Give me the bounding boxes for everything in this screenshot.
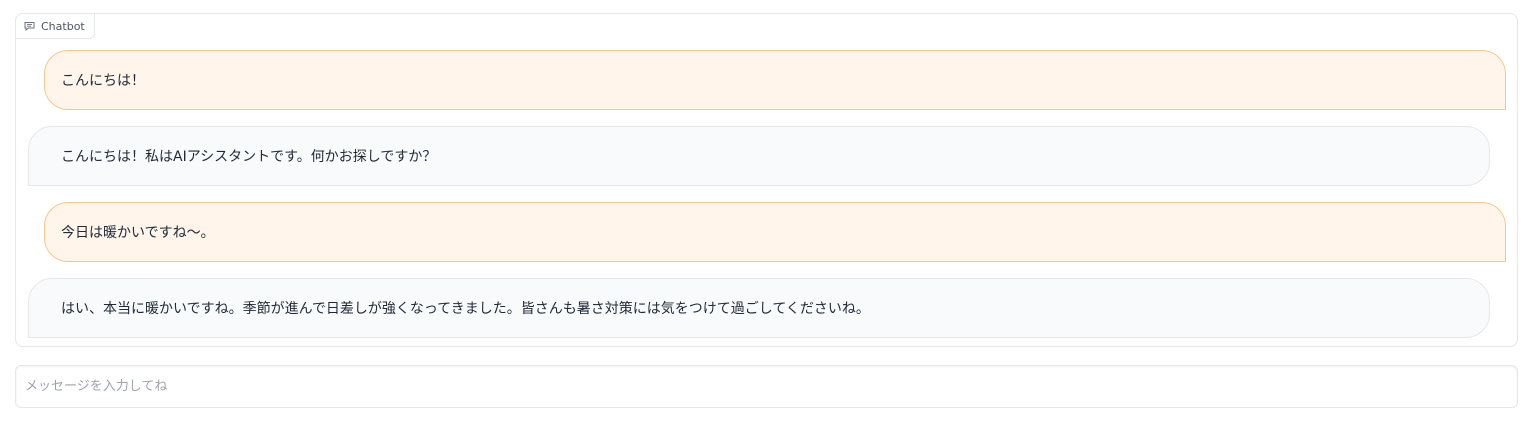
message-input[interactable] bbox=[15, 365, 1518, 408]
message-text: 今日は暖かいですね〜。 bbox=[61, 225, 215, 241]
bot-message: はい、本当に暖かいですね。季節が進んで日差しが強くなってきました。皆さんも暑さ対… bbox=[28, 278, 1490, 338]
message-text: はい、本当に暖かいですね。季節が進んで日差しが強くなってきました。皆さんも暑さ対… bbox=[61, 301, 870, 317]
message-text: こんにちは！ bbox=[61, 73, 145, 89]
chatbot-label: Chatbot bbox=[15, 13, 95, 39]
bot-message: こんにちは！私はAIアシスタントです。何かお探しですか？ bbox=[28, 126, 1490, 186]
message-text: こんにちは！私はAIアシスタントです。何かお探しですか？ bbox=[61, 149, 437, 165]
user-message: こんにちは！ bbox=[44, 50, 1506, 110]
user-message: 今日は暖かいですね〜。 bbox=[44, 202, 1506, 262]
chat-icon bbox=[24, 21, 35, 31]
chatbot-label-text: Chatbot bbox=[41, 19, 85, 33]
chatbot-panel: Chatbot こんにちは！ こんにちは！私はAIアシスタントです。何かお探しで… bbox=[15, 13, 1518, 347]
